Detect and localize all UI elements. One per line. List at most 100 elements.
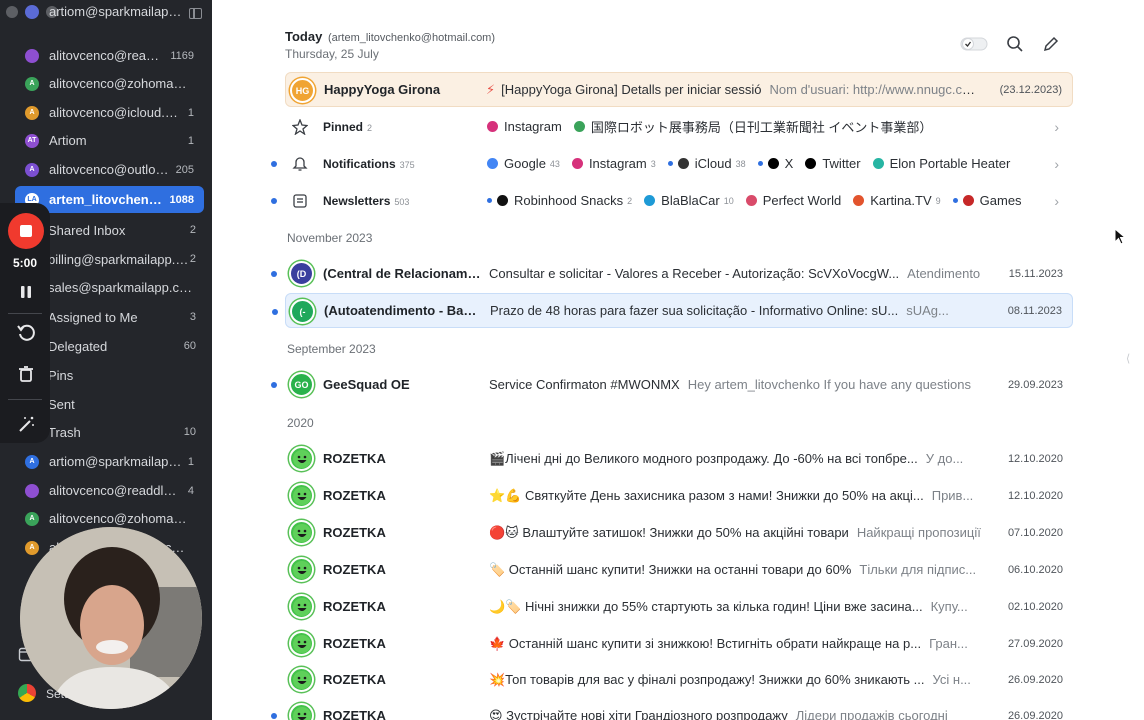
email-row[interactable]: ROZETKA 😍 Зустрічайте нові хіти Грандіозн…: [271, 698, 1073, 720]
effects-button[interactable]: [13, 411, 39, 437]
group-sender-chip[interactable]: Elon Portable Heater: [872, 156, 1010, 171]
account-item[interactable]: AT Artiom 1: [15, 127, 204, 154]
email-row[interactable]: ROZETKA ⭐💪 Святкуйте День захисника разом…: [285, 478, 1073, 513]
group-sender-chip[interactable]: BlaBlaCar 10: [644, 193, 734, 208]
chevron-right-icon[interactable]: ›: [1054, 156, 1059, 172]
folder-item[interactable]: Assigned to Me 3: [48, 306, 196, 328]
avatar: HG: [290, 78, 315, 103]
group-sender-chip[interactable]: Games: [952, 193, 1022, 208]
folder-item[interactable]: Trash 10: [48, 421, 196, 443]
account-icon: A: [25, 540, 39, 555]
email-sender: ROZETKA: [323, 488, 386, 503]
group-sender-chip[interactable]: Robinhood Snacks 2: [487, 193, 632, 208]
group-sender-chip[interactable]: 国際ロボット展事務局（日刊工業新聞社 イベント事業部）: [573, 117, 932, 136]
folder-item[interactable]: Sent: [48, 393, 196, 415]
folder-item[interactable]: billing@sparkmailapp.com 2: [48, 248, 196, 270]
unread-indicator: [667, 161, 673, 166]
unread-indicator: [271, 198, 277, 204]
account-name: artiom@sparkmailapp.com: [49, 4, 188, 19]
account-item[interactable]: artiom@sparkmailapp.com: [15, 0, 204, 25]
group-sender-chip[interactable]: Twitter: [805, 156, 861, 171]
folder-item[interactable]: Shared Inbox 2: [48, 219, 196, 241]
account-item[interactable]: Aalitovcenco@outlook.com 205: [15, 156, 204, 183]
email-row[interactable]: ROZETKA 🎬Лічені дні до Великого модного р…: [285, 441, 1073, 476]
email-subject: 💥Топ товарів для вас у фіналі розпродажу…: [489, 671, 925, 687]
email-row[interactable]: ROZETKA 💥Топ товарів для вас у фіналі роз…: [285, 662, 1073, 697]
account-item[interactable]: Aartiom@sparkmailapp.com 1: [15, 448, 204, 475]
compose-icon[interactable]: [1042, 35, 1060, 53]
email-row[interactable]: (D (Central de Relacionamento) Consultar e…: [271, 256, 1073, 291]
account-name: alitovcenco@icloud.com: [49, 105, 182, 120]
sender-name: Kartina.TV: [870, 193, 932, 208]
folder-name: Shared Inbox: [48, 222, 126, 238]
account-name: alitovcenco@readdle.com: [49, 48, 164, 63]
search-icon[interactable]: [1006, 35, 1024, 53]
folder-item[interactable]: sales@sparkmailapp.com: [48, 276, 196, 298]
email-row[interactable]: ROZETKA 🔴🐱 Влаштуйте затишок! Знижки до 5…: [285, 515, 1073, 550]
smiley-icon: [292, 634, 311, 653]
email-subject: 🔴🐱 Влаштуйте затишок! Знижки до 50% на а…: [489, 524, 849, 540]
sender-name: Games: [979, 193, 1022, 208]
account-item[interactable]: alitovcenco@readdle.com 1169: [15, 42, 204, 69]
email-row[interactable]: ROZETKA 🍁 Останній шанс купити зі знижкою…: [285, 626, 1073, 661]
sender-name: Robinhood Snacks: [514, 193, 624, 208]
email-subject-line: 🎬Лічені дні до Великого модного розпрода…: [489, 451, 989, 467]
group-label: Notifications: [323, 156, 396, 171]
group-sender-chip[interactable]: Google 43: [487, 156, 560, 171]
account-icon: A: [25, 76, 39, 91]
email-row[interactable]: (- (Autoatendimento - Banco) Prazo de 48 h…: [272, 293, 1073, 328]
chevron-right-icon[interactable]: ›: [1054, 119, 1059, 135]
account-item[interactable]: Aalitovcenco@zohomail.eu: [15, 70, 204, 97]
group-sender-chip[interactable]: Instagram 3: [571, 156, 656, 171]
email-sender: ROZETKA: [323, 451, 386, 466]
group-sender-chip[interactable]: Kartina.TV 9: [853, 193, 941, 208]
folder-item[interactable]: Delegated 60: [48, 335, 196, 357]
folder-count: 3: [189, 311, 196, 323]
unread-indicator: [272, 309, 278, 315]
email-subject-line: 🌙🏷️ Нічні знижки до 55% стартують за кіл…: [489, 599, 989, 615]
email-preview: Atendimento: [907, 266, 981, 281]
group-sender-chip[interactable]: iCloud 38: [667, 156, 746, 171]
unread-indicator: [271, 271, 277, 277]
email-preview: Найкращі пропозиції: [856, 524, 981, 540]
group-row[interactable]: Notifications 375 Google 43 Instagram 3 iCloud…: [271, 146, 1073, 181]
email-subject-line: 😍 Зустрічайте нові хіти Грандіозного роз…: [489, 708, 989, 720]
webcam-overlay[interactable]: [20, 527, 202, 709]
avatar: [289, 631, 314, 656]
account-icon: [25, 48, 39, 63]
avatar: (D: [289, 261, 314, 286]
email-row[interactable]: ROZETKA 🌙🏷️ Нічні знижки до 55% стартують…: [285, 589, 1073, 624]
stop-recording-button[interactable]: [8, 213, 44, 249]
settings-avatar-icon[interactable]: [18, 684, 36, 702]
chevron-right-icon[interactable]: ›: [1054, 193, 1059, 209]
account-item[interactable]: Aalitovcenco@icloud.com 1: [15, 99, 204, 126]
account-name: artiom@sparkmailapp.com: [49, 454, 182, 469]
pause-button[interactable]: [13, 279, 39, 305]
account-item[interactable]: alitovcenco@readdle.com 4: [15, 477, 204, 504]
trash-icon: [19, 366, 33, 382]
mail-list-pane: Today (artem_litovchenko@hotmail.com) Th…: [212, 0, 1144, 720]
sender-logo-icon: [745, 195, 757, 206]
folder-item[interactable]: Pins: [48, 364, 196, 386]
email-sender: HappyYoga Girona: [324, 82, 441, 97]
sender-count: 9: [935, 195, 941, 206]
select-toggle-icon[interactable]: [960, 36, 988, 52]
email-preview: Лідери продажів сьогодні: [795, 707, 948, 720]
group-sender-chip[interactable]: Instagram: [487, 119, 562, 134]
email-row[interactable]: ROZETKA 🏷️ Останній шанс купити! Знижки н…: [285, 552, 1073, 587]
email-row[interactable]: GO GeeSquad OE Service Confirmaton #MWONMX…: [271, 367, 1073, 402]
group-sender-chip[interactable]: X: [757, 156, 793, 171]
restart-button[interactable]: [13, 319, 39, 345]
email-subject: Consultar e solicitar - Valores a Recebe…: [489, 266, 900, 281]
delete-button[interactable]: [13, 361, 39, 387]
unread-count: 4: [187, 484, 194, 497]
resize-handle[interactable]: ⟨: [1126, 352, 1130, 365]
smiley-icon: [292, 523, 311, 542]
sender-name: Perfect World: [762, 193, 842, 208]
group-row[interactable]: Pinned 2 Instagram 国際ロボット展事務局（日刊工業新聞社 イベント事…: [285, 109, 1073, 144]
group-row[interactable]: Newsletters 503 Robinhood Snacks 2 BlaBlaCar…: [271, 183, 1073, 218]
pinned-email-row[interactable]: HG HappyYoga Girona ⚡ [HappyYoga Girona] …: [285, 72, 1073, 107]
unread-count: 1: [187, 455, 194, 468]
group-sender-chip[interactable]: Perfect World: [745, 193, 842, 208]
email-subject-line: 💥Топ товарів для вас у фіналі розпродажу…: [489, 672, 989, 688]
